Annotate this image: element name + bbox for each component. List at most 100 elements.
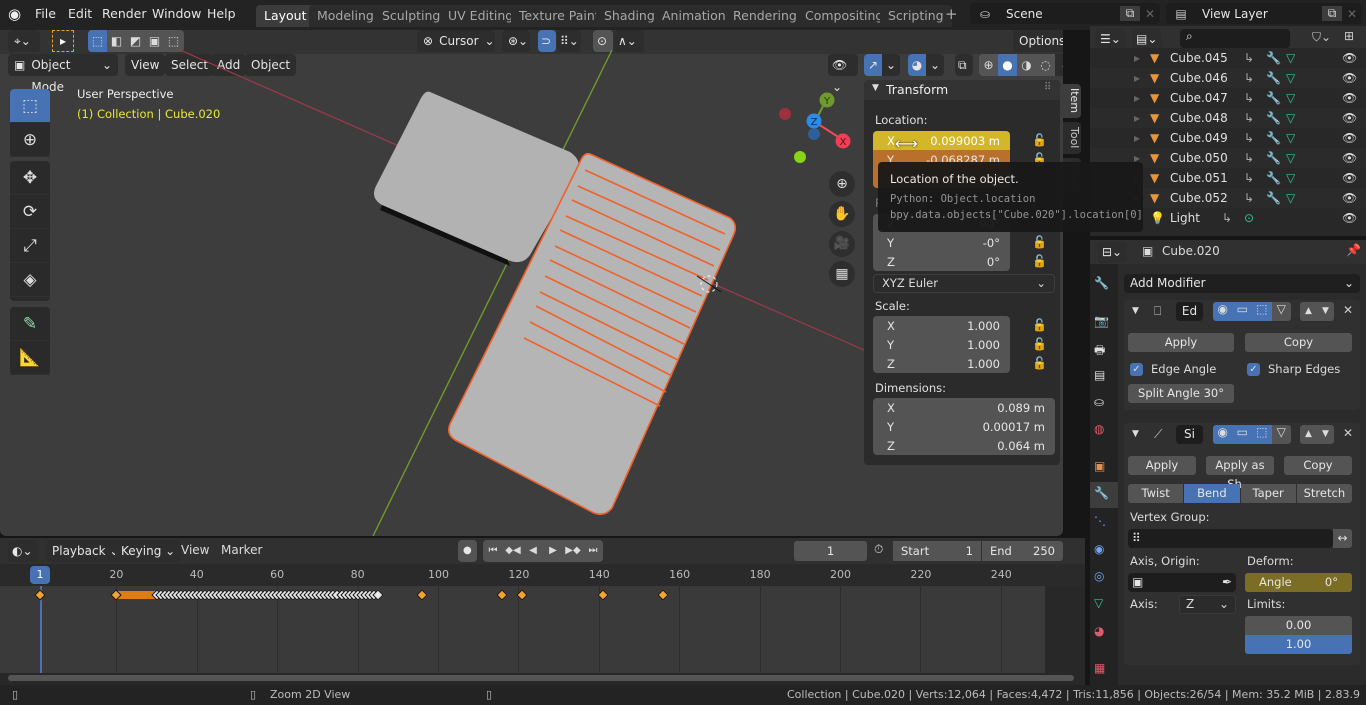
object-name[interactable]: Cube.047 (1170, 91, 1228, 105)
timeline[interactable]: ◐⌄ Playback ⌄ Keying ⌄ View Marker ● ⏮ ◆… (0, 538, 1085, 685)
view-layer-selector[interactable]: ▤ View Layer ⧉ ✕ (1166, 3, 1362, 24)
tab-compositing[interactable]: Compositing (797, 5, 892, 27)
modifier-name-field[interactable]: Si (1176, 425, 1203, 444)
tab-layout[interactable]: Layout (256, 5, 315, 27)
menu-window[interactable]: Window (152, 6, 201, 21)
mesh-data-icon[interactable]: ▽ (1286, 171, 1295, 185)
apply-as-shape-button[interactable]: Apply as Sh... (1206, 456, 1274, 491)
jump-end-icon[interactable]: ⏭ (583, 540, 603, 562)
menu-help[interactable]: Help (207, 6, 236, 21)
modifier-tab-icon[interactable]: 🔧 (1090, 482, 1118, 508)
move-down-icon[interactable]: ▼ (1317, 302, 1334, 321)
collapse-triangle-icon[interactable]: ▼ (1132, 429, 1139, 439)
dimensions-y-field[interactable]: Y 0.00017 m (873, 417, 1055, 436)
dimensions-z-field[interactable]: Z 0.064 m (873, 436, 1055, 455)
render-tab-icon[interactable]: 📷 (1094, 314, 1109, 328)
tab-modeling[interactable]: Modeling (309, 5, 382, 27)
keyframe[interactable] (416, 589, 428, 601)
modifier-wrench-icon[interactable]: 🔧 (1266, 151, 1281, 165)
editor-type-dropdown[interactable]: ◐⌄ (8, 540, 37, 562)
record-button[interactable]: ● (458, 540, 477, 562)
move-down-icon[interactable]: ▼ (1317, 425, 1334, 444)
axis-origin-field[interactable]: ▣ ✒ (1128, 573, 1236, 592)
preview-range-icon[interactable]: ⏱ (874, 542, 883, 557)
keyframe[interactable] (657, 589, 669, 601)
render-toggle-icon[interactable]: ◉ (1213, 302, 1233, 321)
object-name[interactable]: Cube.050 (1170, 151, 1228, 165)
delete-scene-icon[interactable]: ✕ (1140, 7, 1160, 21)
tab-animation[interactable]: Animation (654, 5, 734, 27)
object-name[interactable]: Cube.049 (1170, 131, 1228, 145)
object-name[interactable]: Light (1170, 211, 1200, 225)
duplicate-scene-icon[interactable]: ⧉ (1120, 6, 1140, 21)
scene-selector[interactable]: ⛀ Scene ⧉ ✕ (970, 3, 1160, 24)
viewport-toggle-icon[interactable]: ▭ (1232, 425, 1252, 444)
add-workspace-button[interactable]: + (945, 5, 958, 23)
modifier-wrench-icon[interactable]: 🔧 (1266, 51, 1281, 65)
deform-mode-stretch[interactable]: Stretch (1296, 484, 1352, 503)
mesh-data-icon[interactable]: ▽ (1286, 71, 1295, 85)
menu-file[interactable]: File (35, 6, 56, 21)
outliner-row[interactable]: ▸ ▼ Cube.045 ↳ 🔧 ▽ 👁 (1090, 48, 1366, 68)
timeline-marker-menu[interactable]: Marker (221, 543, 262, 557)
data-tab-icon[interactable]: ▽ (1094, 596, 1103, 610)
object-name[interactable]: Cube.045 (1170, 51, 1228, 65)
eyedropper-icon[interactable]: ✒ (1222, 573, 1232, 592)
keyframe[interactable] (34, 589, 46, 601)
select-box-tool-icon[interactable]: ⬚ (10, 89, 50, 123)
annotate-tool-icon[interactable]: ✎ (10, 307, 50, 341)
editmode-toggle-icon[interactable]: ⬚ (1252, 302, 1272, 321)
sidebar-tab-tool[interactable]: Tool (1063, 122, 1081, 154)
deform-mode-bend[interactable]: Bend (1184, 484, 1240, 503)
visibility-eye-icon[interactable]: 👁 (1342, 151, 1357, 165)
mesh-data-icon[interactable]: ▽ (1286, 51, 1295, 65)
remove-modifier-icon[interactable]: ✕ (1343, 426, 1353, 440)
visibility-eye-icon[interactable]: 👁 (1342, 211, 1357, 225)
prev-keyframe-icon[interactable]: ◆◀ (503, 540, 523, 562)
copy-button[interactable]: Copy (1284, 456, 1352, 475)
visibility-eye-icon[interactable]: 👁 (1342, 111, 1357, 125)
rotation-z-field[interactable]: Z 0° (873, 252, 1010, 271)
move-up-icon[interactable]: ▲ (1300, 302, 1317, 321)
modifier-name-field[interactable]: Ed (1176, 302, 1203, 321)
transform-panel-header[interactable]: ▼ Transform ⠿ (864, 80, 1060, 100)
scale-x-field[interactable]: X 1.000 (873, 316, 1010, 335)
visibility-eye-icon[interactable]: 👁 (1342, 191, 1357, 205)
sidebar-tab-item[interactable]: Item (1063, 84, 1081, 118)
visibility-eye-icon[interactable]: 👁 (1342, 51, 1357, 65)
mesh-data-icon[interactable]: ▽ (1286, 191, 1295, 205)
visibility-eye-icon[interactable]: 👁 (1342, 91, 1357, 105)
rotation-y-field[interactable]: Y -0° (873, 233, 1010, 252)
outliner-row[interactable]: ▸ ▼ Cube.048 ↳ 🔧 ▽ 👁 (1090, 108, 1366, 128)
light-data-icon[interactable]: ⊙ (1244, 211, 1254, 225)
grid-perspective-icon[interactable]: ▦ (829, 261, 855, 287)
current-frame-field[interactable]: 1 (794, 541, 867, 561)
dimensions-x-field[interactable]: X 0.089 m (873, 398, 1055, 417)
measure-tool-icon[interactable]: 📐 (10, 341, 50, 375)
view-layer-name[interactable]: View Layer (1196, 7, 1322, 21)
render-toggle-icon[interactable]: ◉ (1213, 425, 1233, 444)
material-tab-icon[interactable]: ◕ (1094, 624, 1104, 638)
constraints-tab-icon[interactable]: ◎ (1094, 569, 1104, 583)
next-keyframe-icon[interactable]: ▶◆ (563, 540, 583, 562)
mesh-data-icon[interactable]: ▽ (1286, 131, 1295, 145)
visibility-eye-icon[interactable]: 👁 (1342, 131, 1357, 145)
collapse-triangle-icon[interactable]: ▼ (1132, 306, 1139, 316)
tab-rendering[interactable]: Rendering (725, 5, 805, 27)
transform-tool-icon[interactable]: ◈ (10, 263, 50, 297)
zoom-icon[interactable]: ⊕ (829, 171, 855, 197)
object-name[interactable]: Cube.052 (1170, 191, 1228, 205)
rotation-mode-dropdown[interactable]: XYZ Euler ⌄ (873, 274, 1055, 293)
collapse-triangle-icon[interactable]: ▼ (872, 83, 879, 93)
edge-angle-checkbox[interactable]: ✓ (1130, 363, 1143, 376)
lock-rotation-y-icon[interactable]: 🔓 (1032, 235, 1047, 249)
playback-menu[interactable]: Playback ⌄ (46, 540, 126, 562)
menu-render[interactable]: Render (102, 6, 147, 21)
scene-name[interactable]: Scene (1000, 7, 1120, 21)
new-collection-icon[interactable]: ⊞ (1344, 29, 1354, 43)
lock-scale-z-icon[interactable]: 🔓 (1032, 356, 1047, 370)
blender-logo-icon[interactable]: ◉ (8, 5, 21, 23)
lock-scale-x-icon[interactable]: 🔓 (1032, 318, 1047, 332)
particles-tab-icon[interactable]: ⋱ (1094, 514, 1106, 528)
modifier-wrench-icon[interactable]: 🔧 (1266, 171, 1281, 185)
